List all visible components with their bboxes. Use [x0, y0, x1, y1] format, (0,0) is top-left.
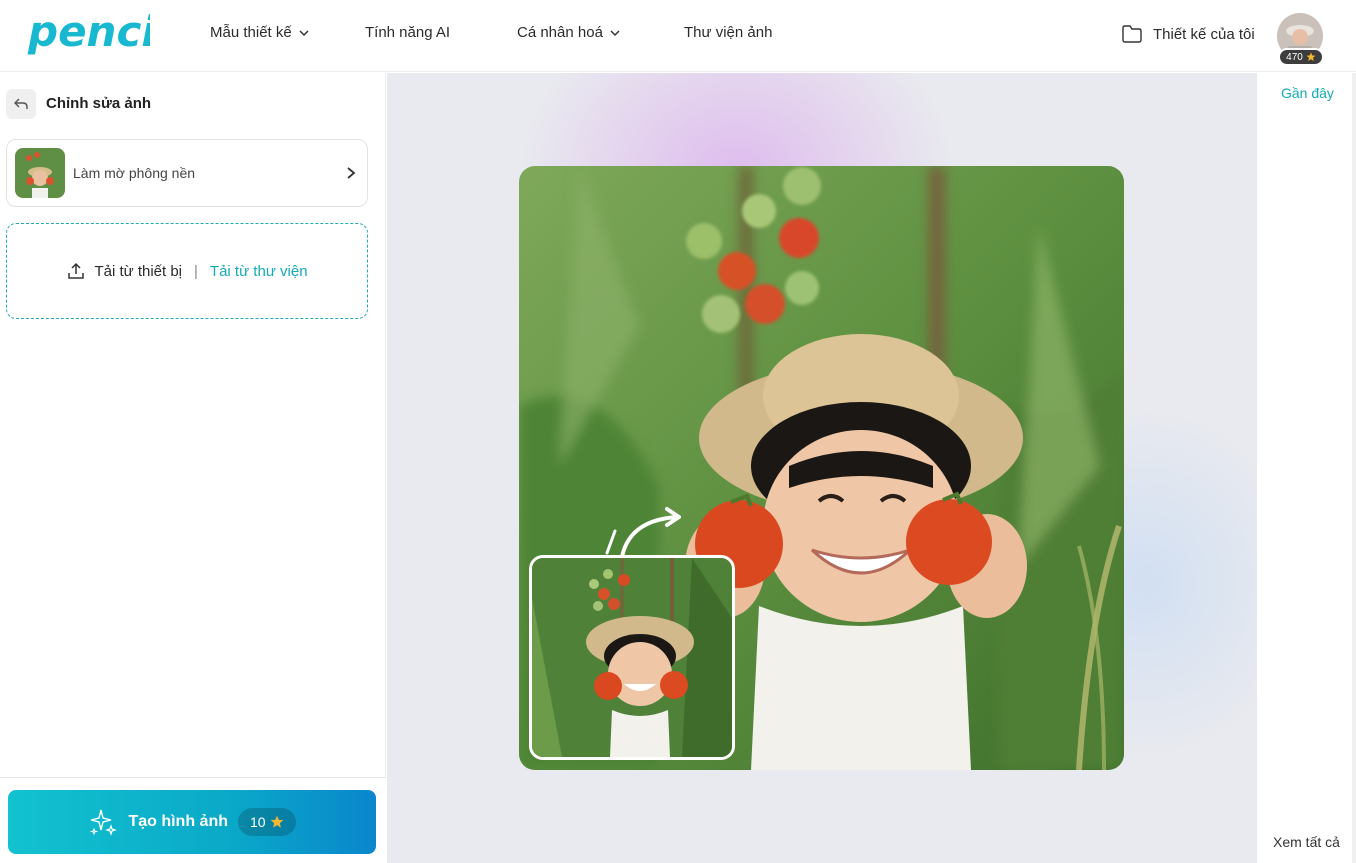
tool-thumbnail: [15, 148, 65, 198]
nav-templates[interactable]: Mẫu thiết kế: [210, 24, 310, 41]
chevron-down-icon: [299, 29, 309, 36]
create-image-button[interactable]: Tạo hình ảnh 10: [8, 790, 376, 854]
nav-ai-features[interactable]: Tính năng AI: [365, 24, 450, 41]
user-avatar-button[interactable]: 470: [1277, 13, 1324, 67]
folder-icon: [1122, 25, 1142, 43]
chevron-down-icon: [610, 29, 620, 36]
credit-count: 470: [1286, 51, 1303, 63]
my-designs-label: Thiết kế của tôi: [1153, 25, 1255, 43]
top-header: penci Mẫu thiết kế Tính năng AI Cá nhân …: [0, 0, 1356, 72]
see-all-link[interactable]: Xem tất cả: [1273, 834, 1340, 850]
panel-title: Chỉnh sửa ảnh: [46, 95, 152, 112]
nav-photo-library[interactable]: Thư viện ảnh: [684, 24, 772, 41]
tool-label: Làm mờ phông nền: [73, 165, 196, 181]
create-image-label: Tạo hình ảnh: [128, 813, 228, 830]
back-button[interactable]: [6, 89, 36, 119]
sparkle-icon: [90, 809, 118, 836]
create-cost-value: 10: [249, 814, 266, 830]
original-image-thumbnail: [529, 555, 735, 760]
bottom-action-bar: Tạo hình ảnh 10: [0, 777, 386, 863]
upload-dropzone[interactable]: Tải từ thiết bị | Tải từ thư viện: [6, 223, 368, 319]
credit-badge: 470: [1278, 48, 1324, 66]
nav-personalize[interactable]: Cá nhân hoá: [517, 24, 621, 41]
tool-card-blur-background[interactable]: Làm mờ phông nền: [6, 139, 368, 207]
upload-icon: [68, 262, 85, 279]
upload-separator: |: [194, 262, 198, 280]
create-cost-pill: 10: [237, 808, 296, 836]
penci-logo[interactable]: penci: [26, 6, 156, 62]
nav-ai-features-label: Tính năng AI: [365, 24, 451, 41]
upload-from-device-link[interactable]: Tải từ thiết bị: [94, 263, 182, 280]
logo-text: penci: [27, 7, 150, 56]
my-designs-link[interactable]: Thiết kế của tôi: [1121, 24, 1255, 44]
star-icon: [270, 815, 283, 828]
undo-arrow-icon: [14, 98, 28, 109]
chevron-right-icon: [347, 167, 356, 179]
nav-photo-library-label: Thư viện ảnh: [684, 24, 773, 41]
nav-personalize-label: Cá nhân hoá: [517, 24, 603, 41]
recent-panel: Gần đây Xem tất cả: [1257, 73, 1356, 863]
left-panel: Chỉnh sửa ảnh Làm mờ phông nền Tải từ th…: [0, 73, 386, 863]
nav-templates-label: Mẫu thiết kế: [210, 24, 292, 41]
scrollbar-track[interactable]: [1352, 73, 1356, 863]
star-icon: [1306, 52, 1316, 61]
upload-from-library-link[interactable]: Tải từ thư viện: [210, 263, 308, 280]
recent-tab[interactable]: Gần đây: [1281, 85, 1334, 101]
preview-canvas: [387, 73, 1257, 863]
